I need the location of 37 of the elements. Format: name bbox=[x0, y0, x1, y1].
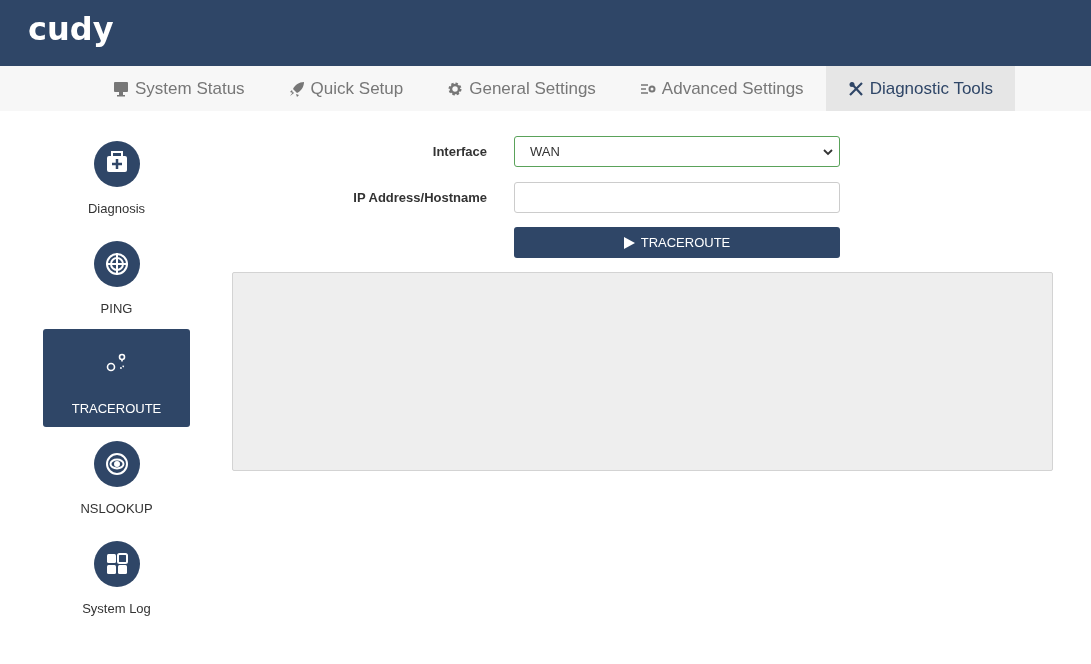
nav-tab[interactable]: General Settings bbox=[425, 66, 618, 111]
sidebar-label: System Log bbox=[82, 600, 151, 616]
gear-icon bbox=[447, 80, 464, 97]
play-icon bbox=[623, 236, 635, 249]
sidebar-item[interactable]: PING bbox=[43, 229, 190, 327]
sidebar-label: Diagnosis bbox=[87, 200, 146, 216]
nav-tab[interactable]: System Status bbox=[91, 66, 267, 111]
traceroute-button[interactable]: TRACEROUTE bbox=[514, 227, 840, 258]
input-field[interactable] bbox=[514, 182, 840, 213]
nav-tab[interactable]: Advanced Settings bbox=[617, 66, 826, 111]
field-label: IP Address/Hostname bbox=[352, 190, 487, 205]
tab-label: General Settings bbox=[469, 78, 596, 99]
tab-label: Advanced Settings bbox=[661, 78, 804, 99]
field-label: Interface bbox=[431, 144, 487, 159]
tab-label: System Status bbox=[135, 78, 245, 99]
sidebar-label: PING bbox=[100, 300, 133, 316]
grid-icon bbox=[93, 540, 140, 587]
select-value: WAN bbox=[530, 144, 560, 159]
tools-icon bbox=[847, 80, 864, 97]
sidebar-item[interactable]: Diagnosis bbox=[43, 129, 190, 227]
kit-icon bbox=[93, 140, 140, 187]
eye-icon bbox=[93, 440, 140, 487]
chevron-down-icon bbox=[823, 147, 833, 156]
interface-select[interactable]: WAN bbox=[514, 136, 840, 167]
sidebar-label: TRACEROUTE bbox=[71, 400, 162, 416]
tab-label: Diagnostic Tools bbox=[869, 78, 994, 99]
logo: cudy bbox=[28, 10, 114, 48]
target-icon bbox=[93, 240, 140, 287]
sidebar-item[interactable]: TRACEROUTE bbox=[43, 329, 190, 427]
sidebar-item[interactable]: System Log bbox=[43, 529, 190, 627]
sidebar-label: NSLOOKUP bbox=[80, 500, 153, 516]
sidebar-item[interactable]: NSLOOKUP bbox=[43, 429, 190, 527]
nav-tab[interactable]: Diagnostic Tools bbox=[825, 66, 1016, 111]
rocket-icon bbox=[288, 80, 305, 97]
nav-tab[interactable]: Quick Setup bbox=[266, 66, 426, 111]
monitor-icon bbox=[113, 80, 129, 97]
tab-label: Quick Setup bbox=[310, 78, 404, 99]
